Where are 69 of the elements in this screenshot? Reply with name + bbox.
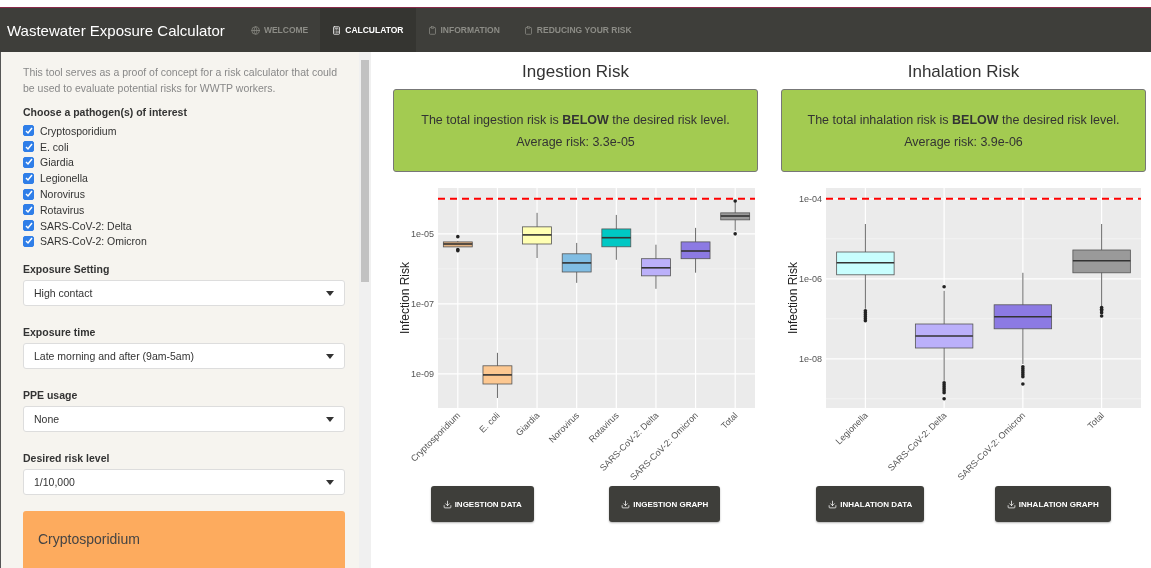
axis-tick-label: 1e-07 bbox=[410, 298, 434, 309]
box-plot bbox=[640, 244, 672, 290]
intro-text: This tool serves as a proof of concept for a risk calculator that could be used to evaluate potential risks for WWTP workers. bbox=[23, 65, 338, 96]
checkbox-label: SARS-CoV-2: Omicron bbox=[40, 235, 147, 248]
scrollbar-thumb[interactable] bbox=[361, 60, 369, 282]
field-label: Desired risk level bbox=[23, 452, 111, 465]
calculator-icon bbox=[332, 25, 342, 35]
nav-tab[interactable]: CALCULATOR bbox=[320, 8, 416, 52]
download-icon bbox=[1006, 499, 1016, 509]
download-icon bbox=[828, 499, 838, 509]
download-button[interactable]: INGESTION DATA bbox=[430, 486, 534, 522]
caret-icon bbox=[326, 479, 334, 485]
checkbox[interactable] bbox=[23, 235, 34, 247]
checkbox[interactable] bbox=[23, 188, 34, 200]
download-button[interactable]: INHALATION DATA bbox=[816, 486, 925, 522]
average-risk: Average risk: 3.3e-05 bbox=[516, 134, 635, 149]
checkbox-label: Rotavirus bbox=[40, 203, 85, 216]
checkbox[interactable] bbox=[23, 172, 34, 184]
select-field[interactable]: High contact bbox=[23, 280, 345, 307]
axis-title: Infection Risk bbox=[398, 262, 412, 334]
field-label: Exposure time bbox=[23, 326, 97, 339]
app-title: Wastewater Exposure Calculator bbox=[7, 20, 225, 41]
caret-icon bbox=[326, 416, 334, 422]
field-label: Exposure Setting bbox=[23, 263, 111, 276]
checkbox-label: Cryptosporidium bbox=[40, 124, 117, 137]
download-button[interactable]: INHALATION GRAPH bbox=[994, 486, 1111, 522]
axis-category-label: E. coli bbox=[477, 410, 502, 435]
axis-tick-label: 1e-09 bbox=[410, 368, 434, 379]
caret-icon bbox=[326, 290, 334, 296]
checkbox-label: Giardia bbox=[40, 156, 74, 169]
box-plot bbox=[482, 352, 513, 399]
field-label: PPE usage bbox=[23, 389, 79, 402]
average-risk: Average risk: 3.9e-06 bbox=[904, 134, 1023, 149]
panel-title: Ingestion Risk bbox=[522, 62, 629, 82]
clipboard-icon bbox=[427, 25, 437, 35]
caret-icon bbox=[326, 353, 334, 359]
checkbox[interactable] bbox=[23, 204, 34, 216]
download-button[interactable]: INGESTION GRAPH bbox=[609, 486, 721, 522]
checkbox-label: SARS-CoV-2: Delta bbox=[40, 219, 132, 232]
select-field[interactable]: Late morning and after (9am-5am) bbox=[23, 343, 345, 370]
result-message: The total ingestion risk is BELOW the desired risk level. bbox=[421, 112, 730, 127]
axis-tick-label: 1e-06 bbox=[798, 273, 822, 284]
checkbox[interactable] bbox=[23, 157, 34, 168]
axis-tick-label: 1e-08 bbox=[798, 353, 822, 364]
result-message: The total inhalation risk is BELOW the desired risk level. bbox=[807, 112, 1120, 127]
box-plot bbox=[680, 227, 711, 274]
field-label: Choose a pathogen(s) of interest bbox=[23, 106, 188, 118]
box-plot bbox=[521, 212, 553, 259]
axis-title: Infection Risk bbox=[786, 262, 800, 334]
axis-tick-label: 1e-05 bbox=[410, 228, 434, 239]
download-icon bbox=[442, 499, 452, 509]
panel-title: Inhalation Risk bbox=[907, 62, 1020, 82]
select-field[interactable]: 1/10,000 bbox=[23, 469, 345, 496]
box-plot bbox=[561, 242, 592, 284]
checkbox-label: Norovirus bbox=[40, 188, 85, 201]
select-field[interactable]: None bbox=[23, 406, 345, 433]
download-icon bbox=[621, 499, 631, 509]
box-plot bbox=[442, 234, 474, 253]
box-plot bbox=[719, 199, 751, 236]
checkbox-label: Legionella bbox=[40, 172, 88, 185]
checkbox[interactable] bbox=[23, 141, 34, 153]
clipboard-icon bbox=[523, 25, 533, 35]
axis-tick-label: 1e-04 bbox=[798, 193, 822, 204]
checkbox[interactable] bbox=[23, 125, 34, 137]
box-plot bbox=[601, 214, 632, 261]
checkbox-label: E. coli bbox=[40, 140, 69, 153]
checkbox[interactable] bbox=[23, 220, 34, 232]
card-title: Cryptosporidium bbox=[38, 531, 140, 548]
globe-icon bbox=[250, 25, 260, 35]
